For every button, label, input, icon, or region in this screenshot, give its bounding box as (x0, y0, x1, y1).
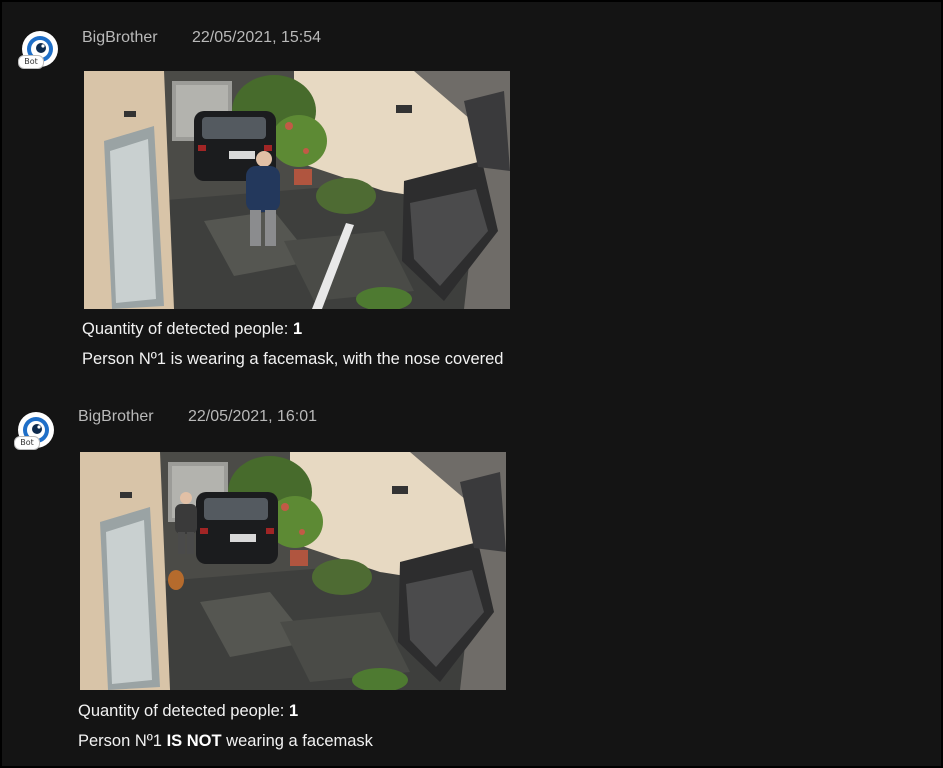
mask-status: Person Nº1 is wearing a facemask, with t… (82, 350, 503, 369)
chat-transcript: Bot BigBrother 22/05/2021, 15:54 Quantit… (2, 2, 941, 766)
message-timestamp: 22/05/2021, 15:54 (192, 29, 322, 46)
bot-badge: Bot (14, 436, 40, 450)
bot-avatar[interactable]: Bot (14, 412, 54, 450)
bot-avatar[interactable]: Bot (18, 31, 58, 69)
message-2: Bot BigBrother 22/05/2021, 16:01 Quantit… (2, 382, 941, 766)
sender-name[interactable]: BigBrother (82, 29, 158, 47)
detected-count: Quantity of detected people: 1 (82, 320, 302, 339)
mask-status-text: Person Nº1 (78, 732, 167, 750)
detected-count-label: Quantity of detected people: (82, 320, 293, 338)
mask-status-text: Person Nº1 is wearing a facemask, with t… (82, 350, 504, 368)
detected-count-value: 1 (288, 702, 299, 720)
message-1: Bot BigBrother 22/05/2021, 15:54 Quantit… (2, 2, 941, 382)
camera-snapshot[interactable] (80, 452, 506, 690)
detected-count: Quantity of detected people: 1 (78, 702, 298, 721)
mask-status-suffix: wearing a facemask (221, 732, 373, 750)
detected-count-label: Quantity of detected people: (78, 702, 289, 720)
camera-snapshot[interactable] (84, 71, 510, 309)
detected-count-value: 1 (292, 320, 303, 338)
bot-badge: Bot (18, 55, 44, 69)
mask-status-emphasis: IS NOT (166, 732, 222, 750)
sender-name[interactable]: BigBrother (78, 408, 154, 426)
message-timestamp: 22/05/2021, 16:01 (188, 408, 318, 425)
mask-status: Person Nº1 IS NOT wearing a facemask (78, 732, 373, 751)
